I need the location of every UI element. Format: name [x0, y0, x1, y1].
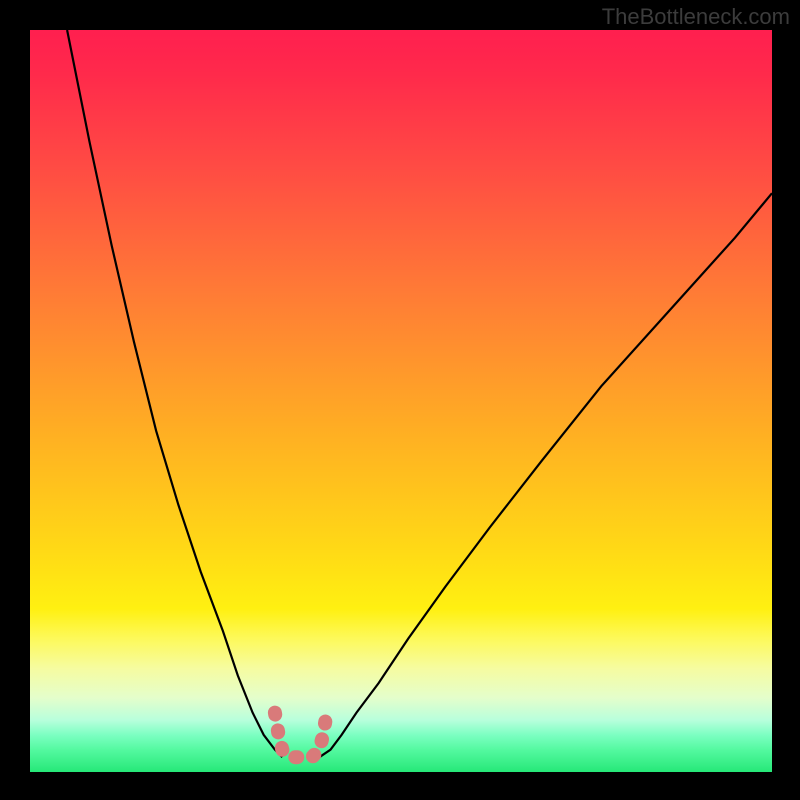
left-curve [67, 30, 282, 757]
right-curve [319, 193, 772, 757]
watermark-text: TheBottleneck.com [602, 4, 790, 30]
trough-marker [275, 713, 327, 758]
outer-frame: TheBottleneck.com [0, 0, 800, 800]
curve-layer [30, 30, 772, 772]
plot-area [30, 30, 772, 772]
